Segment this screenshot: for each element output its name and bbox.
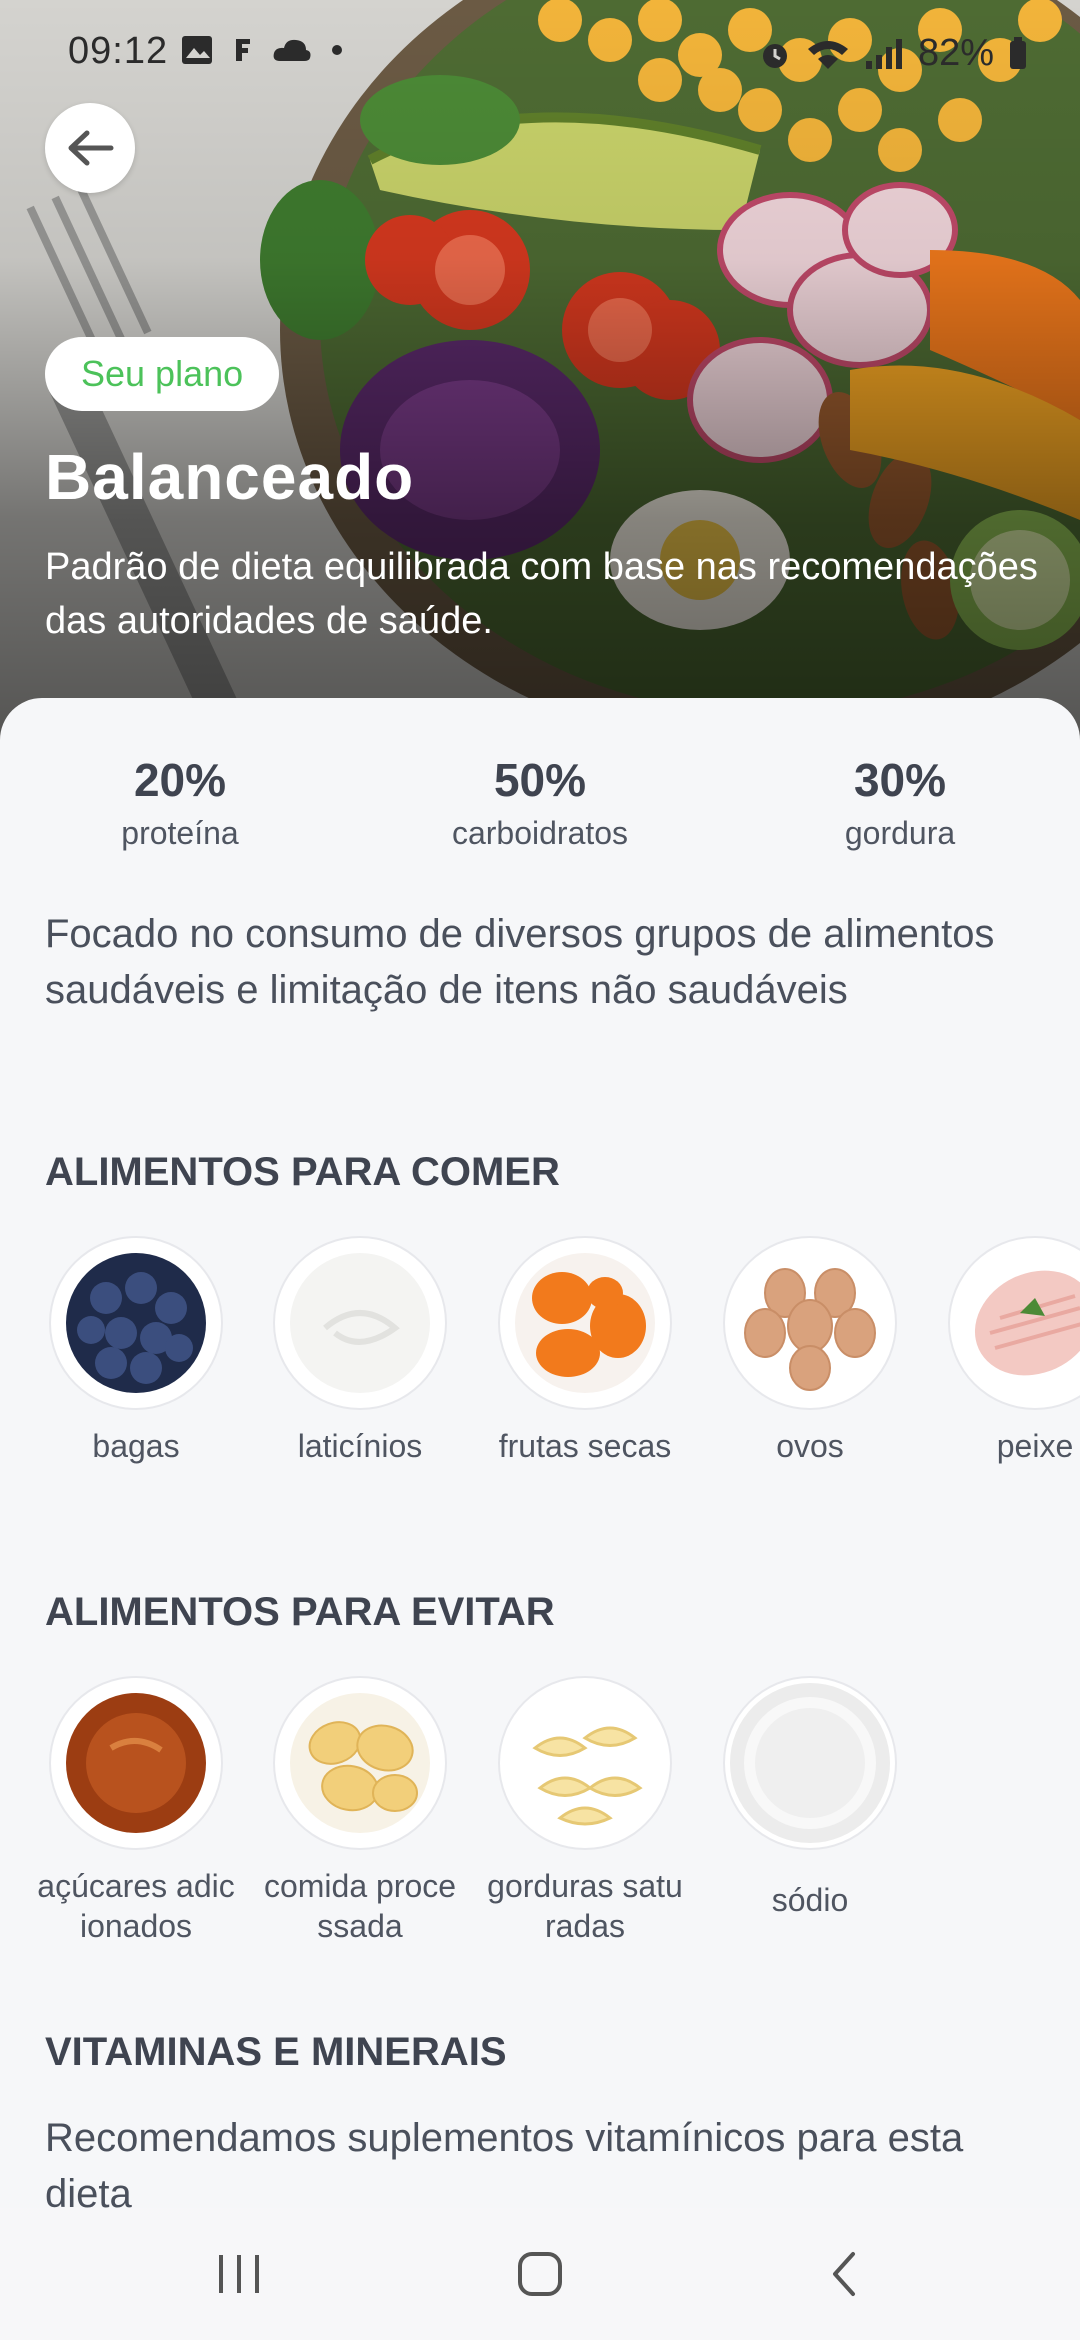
food-label: gorduras saturadas	[487, 1868, 683, 1944]
battery-icon	[1010, 36, 1026, 69]
macro-value: 20%	[133, 754, 227, 806]
food-label: comida processada	[263, 1868, 457, 1944]
food-thumb	[950, 1238, 1080, 1408]
macro-label: carboidratos	[451, 815, 629, 851]
recent-apps-icon	[219, 2255, 259, 2293]
food-item-saturated-fats[interactable]: gorduras saturadas	[475, 1678, 695, 1946]
macro-fat: 30% gordura	[750, 753, 1050, 852]
image-icon	[182, 36, 212, 64]
food-thumb	[725, 1678, 895, 1848]
food-label: laticínios	[297, 1428, 423, 1464]
food-label: bagas	[92, 1428, 180, 1464]
food-thumb	[500, 1678, 670, 1848]
f-notification-icon	[236, 39, 250, 61]
macro-protein: 20% proteína	[30, 753, 330, 852]
food-item-processed-food[interactable]: comida processada	[250, 1678, 470, 1946]
dried-apricots-image	[505, 1243, 665, 1403]
macro-carbs: 50% carboidratos	[390, 753, 690, 852]
eggs-image	[730, 1243, 890, 1403]
fish-image	[955, 1243, 1080, 1403]
food-item-eggs[interactable]: ovos	[700, 1238, 920, 1466]
blueberries-image	[56, 1243, 216, 1403]
vitamins-text: Recomendamos suplementos vitamínicos par…	[45, 2116, 964, 2208]
section-title-avoid: ALIMENTOS PARA EVITAR	[45, 1590, 555, 1634]
back-nav-button[interactable]	[815, 2244, 875, 2304]
system-nav-bar	[0, 2208, 1080, 2340]
food-label: açúcares adicionados	[37, 1868, 235, 1944]
status-system-icons: 82%	[758, 32, 1028, 75]
food-label: ovos	[776, 1428, 844, 1464]
wifi-icon	[807, 40, 848, 69]
food-label: frutas secas	[498, 1428, 672, 1464]
macro-label: proteína	[121, 815, 239, 851]
food-item-dried-fruits[interactable]: frutas secas	[475, 1238, 695, 1466]
signal-icon	[865, 38, 902, 69]
cloud-icon	[273, 39, 311, 61]
macro-value: 50%	[493, 754, 587, 806]
section-title-vitamins: VITAMINAS E MINERAIS	[45, 2030, 507, 2074]
chips-image	[280, 1683, 440, 1843]
food-thumb	[51, 1678, 221, 1848]
food-thumb	[51, 1238, 221, 1408]
caramel-image	[56, 1683, 216, 1843]
food-thumb	[725, 1238, 895, 1408]
food-label: peixe	[996, 1428, 1074, 1464]
food-item-sodium[interactable]: sódio	[700, 1678, 920, 1920]
food-thumb	[500, 1238, 670, 1408]
salt-image	[730, 1683, 890, 1843]
home-button[interactable]	[510, 2244, 570, 2304]
status-time: 09:12	[68, 30, 169, 72]
butter-image	[505, 1683, 665, 1843]
back-nav-icon	[833, 2252, 855, 2296]
content-sheet: 20% proteína 50% carboidratos 30% gordur…	[0, 698, 1080, 2208]
food-thumb	[275, 1238, 445, 1408]
yogurt-image	[280, 1243, 440, 1403]
battery-percentage: 82%	[917, 32, 994, 74]
back-button[interactable]	[45, 103, 135, 193]
arrow-left-icon	[68, 130, 114, 166]
macros-summary: 20% proteína 50% carboidratos 30% gordur…	[0, 753, 1080, 863]
home-icon	[518, 2252, 562, 2296]
alarm-icon	[762, 43, 787, 68]
plan-focus-text: Focado no consumo de diversos grupos de …	[45, 912, 995, 1012]
plan-badge: Seu plano	[45, 337, 280, 411]
recent-apps-button[interactable]	[210, 2244, 270, 2304]
eat-foods-row[interactable]: bagas laticínios frutas secas ovos peixe	[0, 1238, 1080, 1538]
food-item-fish[interactable]: peixe	[925, 1238, 1080, 1466]
section-title-eat: ALIMENTOS PARA COMER	[45, 1150, 560, 1194]
food-item-berries[interactable]: bagas	[26, 1238, 246, 1466]
status-bar: 09:12 82%	[0, 0, 1080, 100]
food-item-dairy[interactable]: laticínios	[250, 1238, 470, 1466]
macro-label: gordura	[844, 815, 956, 851]
macro-value: 30%	[853, 754, 947, 806]
status-notifications	[180, 34, 344, 66]
food-item-added-sugars[interactable]: açúcares adicionados	[26, 1678, 246, 1946]
food-label: sódio	[771, 1882, 849, 1918]
plan-description: Padrão de dieta equilibrada com base nas…	[45, 546, 1038, 642]
dot-icon	[332, 45, 342, 55]
food-thumb	[275, 1678, 445, 1848]
avoid-foods-row[interactable]: açúcares adicionados comida processada g…	[0, 1678, 1080, 1978]
page-title: Balanceado	[45, 441, 415, 513]
